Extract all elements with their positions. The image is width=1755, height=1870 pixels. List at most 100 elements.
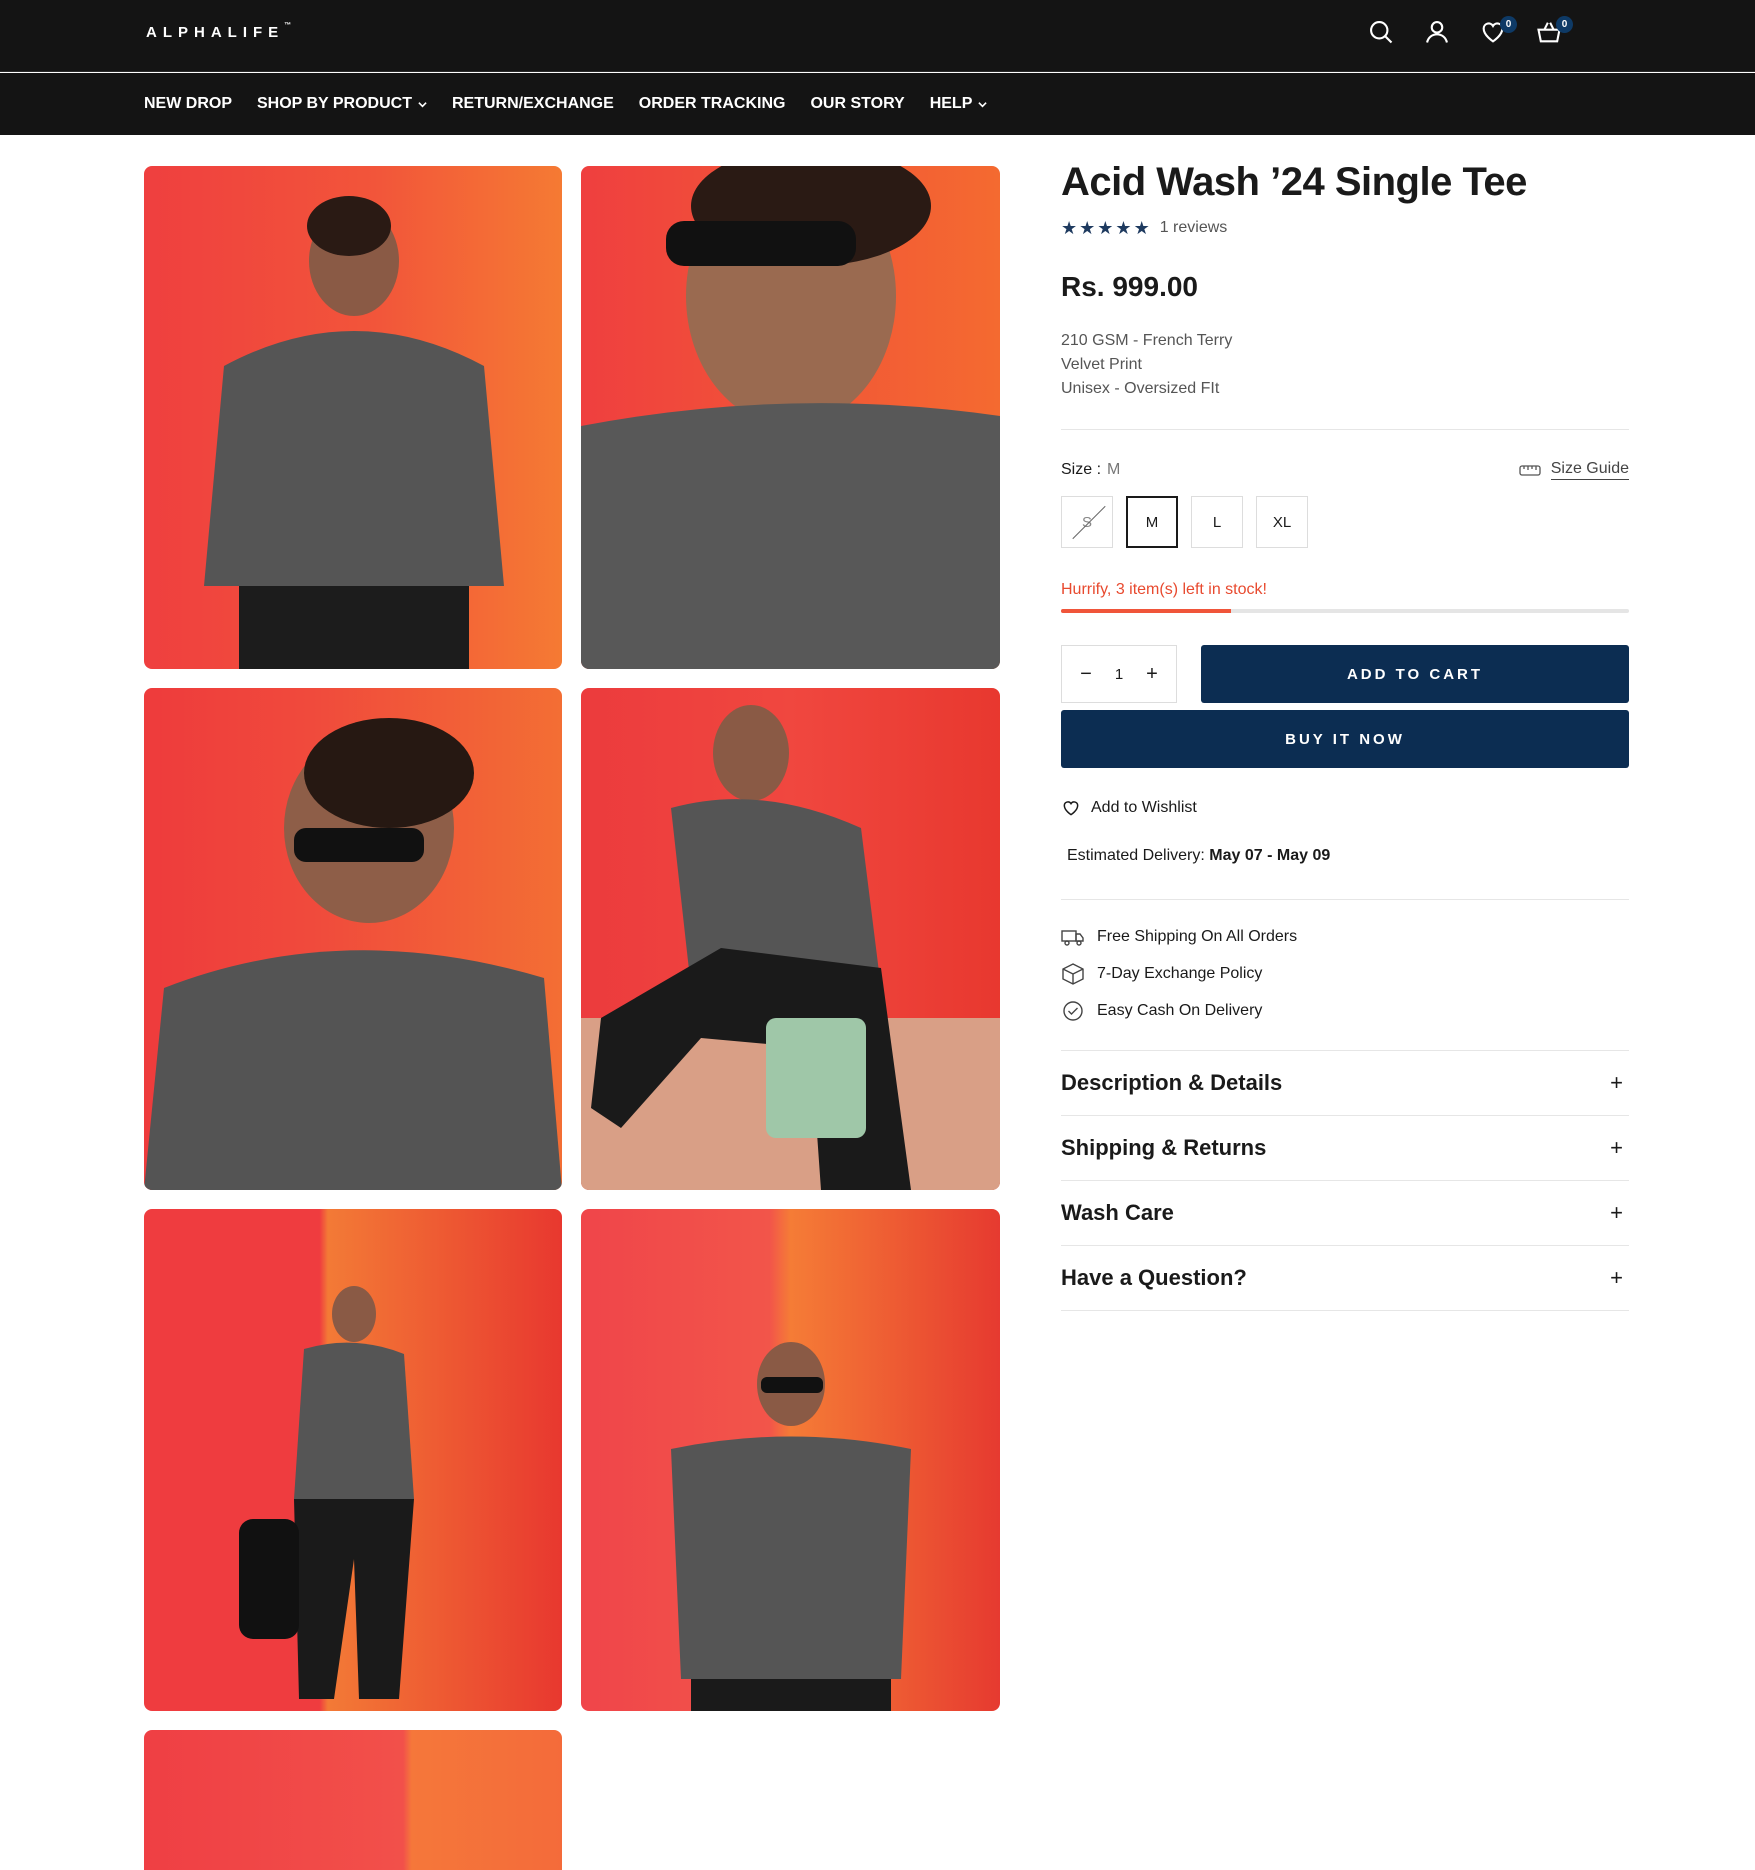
plus-icon: +: [1610, 1070, 1623, 1095]
add-to-wishlist-link[interactable]: Add to Wishlist: [1061, 798, 1629, 818]
brand-logo[interactable]: ALPHALIFE™: [146, 22, 292, 41]
logo-text: ALPHALIFE: [146, 24, 285, 41]
star-icon: ★: [1115, 218, 1132, 238]
stock-progress-bar: [1061, 609, 1629, 613]
perk-label: Easy Cash On Delivery: [1097, 1002, 1263, 1019]
top-header: ALPHALIFE™ 0 0: [0, 0, 1755, 72]
nav-label: NEW DROP: [144, 95, 232, 112]
product-title: Acid Wash ’24 Single Tee: [1061, 160, 1527, 204]
spec-line: 210 GSM - French Terry: [1061, 332, 1233, 349]
chevron-down-icon: [418, 101, 427, 107]
size-label: Size : M: [1061, 461, 1120, 479]
size-guide-label: Size Guide: [1550, 460, 1629, 480]
accordion-title: Shipping & Returns: [1061, 1135, 1267, 1160]
truck-icon: [1061, 930, 1084, 946]
quantity-stepper: − 1 +: [1061, 645, 1177, 703]
nav-label: OUR STORY: [810, 95, 905, 112]
cart-count-badge: 0: [1556, 16, 1573, 33]
size-option-m[interactable]: M: [1126, 496, 1178, 548]
nav-label: RETURN/EXCHANGE: [452, 95, 614, 112]
divider: [1061, 429, 1629, 430]
increase-quantity-button[interactable]: +: [1142, 663, 1162, 686]
check-circle-icon: [1063, 1001, 1083, 1021]
cart-icon[interactable]: 0: [1535, 16, 1573, 52]
size-options: S M L XL: [1061, 496, 1629, 548]
size-option-xl[interactable]: XL: [1256, 496, 1308, 548]
header-actions: 0 0: [1367, 16, 1573, 52]
search-icon[interactable]: [1367, 18, 1397, 52]
wishlist-icon[interactable]: 0: [1479, 16, 1517, 52]
spec-line: Unisex - Oversized FIt: [1061, 380, 1220, 397]
star-icon: ★: [1133, 218, 1150, 238]
box-icon: [1062, 963, 1084, 985]
product-rating[interactable]: ★ ★ ★ ★ ★ 1 reviews: [1061, 219, 1629, 237]
main-nav: NEW DROP SHOP BY PRODUCT RETURN/EXCHANGE…: [0, 73, 1755, 135]
size-option-l[interactable]: L: [1191, 496, 1243, 548]
star-icon: ★: [1079, 218, 1096, 238]
size-option-s[interactable]: S: [1061, 496, 1113, 548]
product-price: Rs. 999.00: [1061, 271, 1198, 302]
product-photo-7[interactable]: [144, 1730, 562, 1870]
size-header: Size : M Size Guide: [1061, 460, 1629, 480]
purchase-row: − 1 + ADD TO CART: [1061, 645, 1629, 703]
nav-help[interactable]: HELP: [930, 95, 988, 113]
perk-item: 7-Day Exchange Policy: [1061, 963, 1629, 985]
wishlist-count-badge: 0: [1500, 16, 1517, 33]
nav-label: SHOP BY PRODUCT: [257, 95, 412, 112]
accordion-title: Description & Details: [1061, 1070, 1283, 1095]
product-info-panel: Acid Wash ’24 Single Tee ★ ★ ★ ★ ★ 1 rev…: [1061, 160, 1629, 1311]
nav-new-drop[interactable]: NEW DROP: [144, 95, 232, 113]
perks-list: Free Shipping On All Orders 7-Day Exchan…: [1061, 926, 1629, 1022]
logo-tm: ™: [284, 22, 292, 29]
delivery-label: Estimated Delivery:: [1067, 847, 1205, 864]
product-specs: 210 GSM - French Terry Velvet Print Unis…: [1061, 329, 1629, 401]
delivery-dates: May 07 - May 09: [1209, 847, 1331, 864]
product-photo-2[interactable]: [581, 166, 1000, 669]
spec-line: Velvet Print: [1061, 356, 1142, 373]
accordion-question[interactable]: Have a Question? +: [1061, 1246, 1629, 1311]
wishlist-label: Add to Wishlist: [1091, 799, 1197, 816]
product-photo-3[interactable]: [144, 688, 562, 1190]
stock-warning: Hurrify, 3 item(s) left in stock!: [1061, 581, 1267, 598]
accordion-wash-care[interactable]: Wash Care +: [1061, 1181, 1629, 1246]
divider: [1061, 899, 1629, 900]
perk-label: Free Shipping On All Orders: [1097, 928, 1298, 945]
nav-shop-by-product[interactable]: SHOP BY PRODUCT: [257, 95, 427, 113]
estimated-delivery: Estimated Delivery: May 07 - May 09: [1067, 847, 1629, 865]
ruler-icon: [1519, 465, 1541, 476]
size-label-text: Size :: [1061, 461, 1102, 478]
nav-label: HELP: [929, 95, 973, 112]
plus-icon: +: [1610, 1200, 1623, 1225]
review-count[interactable]: 1 reviews: [1160, 219, 1228, 237]
stock-progress-fill: [1061, 609, 1232, 613]
product-photo-1[interactable]: [144, 166, 562, 669]
nav-label: ORDER TRACKING: [638, 95, 786, 112]
plus-icon: +: [1610, 1135, 1623, 1160]
product-photo-6[interactable]: [581, 1209, 1000, 1711]
account-icon[interactable]: [1423, 18, 1453, 52]
star-rating: ★ ★ ★ ★ ★: [1061, 219, 1150, 237]
nav-order-tracking[interactable]: ORDER TRACKING: [639, 95, 786, 113]
star-icon: ★: [1097, 218, 1114, 238]
decrease-quantity-button[interactable]: −: [1076, 663, 1096, 686]
product-photo-4[interactable]: [581, 688, 1000, 1190]
perk-item: Free Shipping On All Orders: [1061, 926, 1629, 948]
perk-label: 7-Day Exchange Policy: [1097, 965, 1263, 982]
nav-our-story[interactable]: OUR STORY: [810, 95, 904, 113]
size-guide-link[interactable]: Size Guide: [1519, 460, 1629, 480]
accordion-title: Wash Care: [1061, 1200, 1174, 1225]
accordion-description[interactable]: Description & Details +: [1061, 1051, 1629, 1116]
perk-item: Easy Cash On Delivery: [1061, 1000, 1629, 1022]
quantity-value[interactable]: 1: [1115, 666, 1123, 683]
product-accordion: Description & Details + Shipping & Retur…: [1061, 1051, 1629, 1311]
buy-now-button[interactable]: BUY IT NOW: [1061, 710, 1629, 768]
add-to-cart-button[interactable]: ADD TO CART: [1201, 645, 1629, 703]
nav-return-exchange[interactable]: RETURN/EXCHANGE: [452, 95, 614, 113]
heart-icon: [1063, 801, 1079, 816]
accordion-shipping[interactable]: Shipping & Returns +: [1061, 1116, 1629, 1181]
accordion-title: Have a Question?: [1061, 1265, 1247, 1290]
star-icon: ★: [1061, 218, 1078, 238]
selected-size-value: M: [1107, 461, 1121, 478]
product-photo-5[interactable]: [144, 1209, 562, 1711]
chevron-down-icon: [978, 101, 988, 107]
